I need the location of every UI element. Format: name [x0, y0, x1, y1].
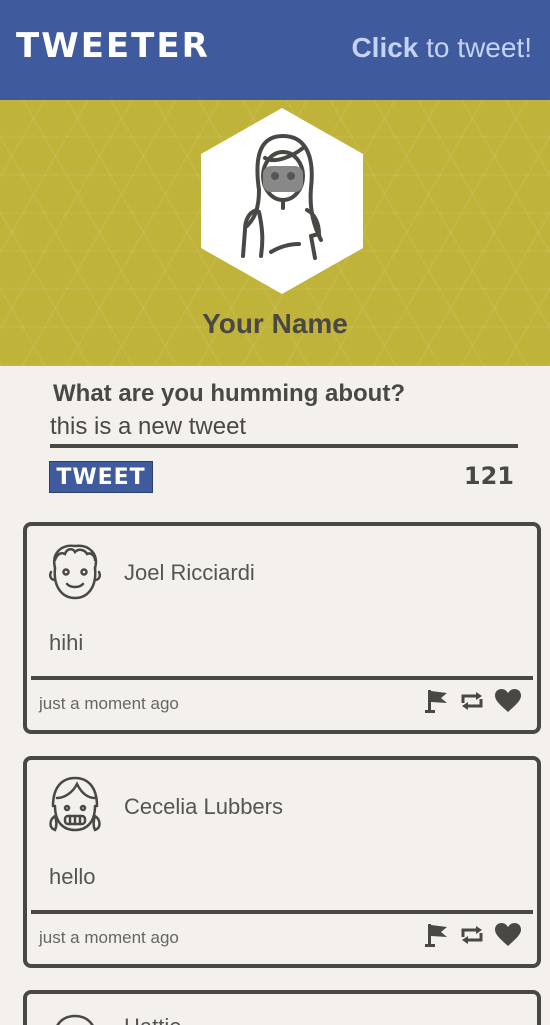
- profile-name: Your Name: [202, 308, 348, 339]
- retweet-icon[interactable]: [459, 691, 485, 711]
- tweet-card: Hattie: [23, 990, 541, 1025]
- tweet-user-name[interactable]: Cecelia Lubbers: [124, 794, 283, 820]
- tweet-user-name[interactable]: Joel Ricciardi: [124, 560, 255, 586]
- compose-box: What are you humming about? TWEET 121: [46, 376, 518, 496]
- retweet-icon[interactable]: [459, 925, 485, 945]
- avatar-icon: [49, 776, 101, 832]
- tweet-card: Cecelia Lubbers hello just a moment ago: [23, 756, 541, 968]
- tweet-button[interactable]: TWEET: [49, 461, 153, 493]
- cta-rest: to tweet!: [418, 32, 532, 63]
- heart-icon[interactable]: [495, 923, 521, 947]
- tweet-text: hello: [49, 864, 96, 889]
- click-to-tweet[interactable]: Click to tweet!: [351, 32, 532, 64]
- profile-header: Your Name: [0, 100, 550, 366]
- tweet-input[interactable]: [50, 410, 518, 448]
- tweet-actions: [425, 922, 521, 948]
- tweet-user-name[interactable]: Hattie: [124, 1014, 181, 1025]
- tweet-card: Joel Ricciardi hihi just a moment ago: [23, 522, 541, 734]
- tweet-actions: [425, 688, 521, 714]
- top-nav: TWEETER Click to tweet!: [0, 0, 550, 100]
- compose-label: What are you humming about?: [53, 380, 405, 407]
- heart-icon[interactable]: [495, 689, 521, 713]
- avatar-icon: [48, 544, 102, 600]
- avatar-icon: [56, 1014, 94, 1025]
- profile-avatar-icon: [201, 108, 363, 294]
- cta-bold: Click: [351, 32, 419, 63]
- tweet-divider: [31, 676, 533, 680]
- brand-logo[interactable]: TWEETER: [16, 26, 210, 66]
- tweet-divider: [31, 910, 533, 914]
- tweet-timestamp: just a moment ago: [39, 928, 179, 947]
- flag-icon[interactable]: [425, 922, 449, 948]
- tweet-timestamp: just a moment ago: [39, 694, 179, 713]
- tweet-text: hihi: [49, 630, 84, 655]
- char-count: 121: [463, 462, 514, 490]
- flag-icon[interactable]: [425, 688, 449, 714]
